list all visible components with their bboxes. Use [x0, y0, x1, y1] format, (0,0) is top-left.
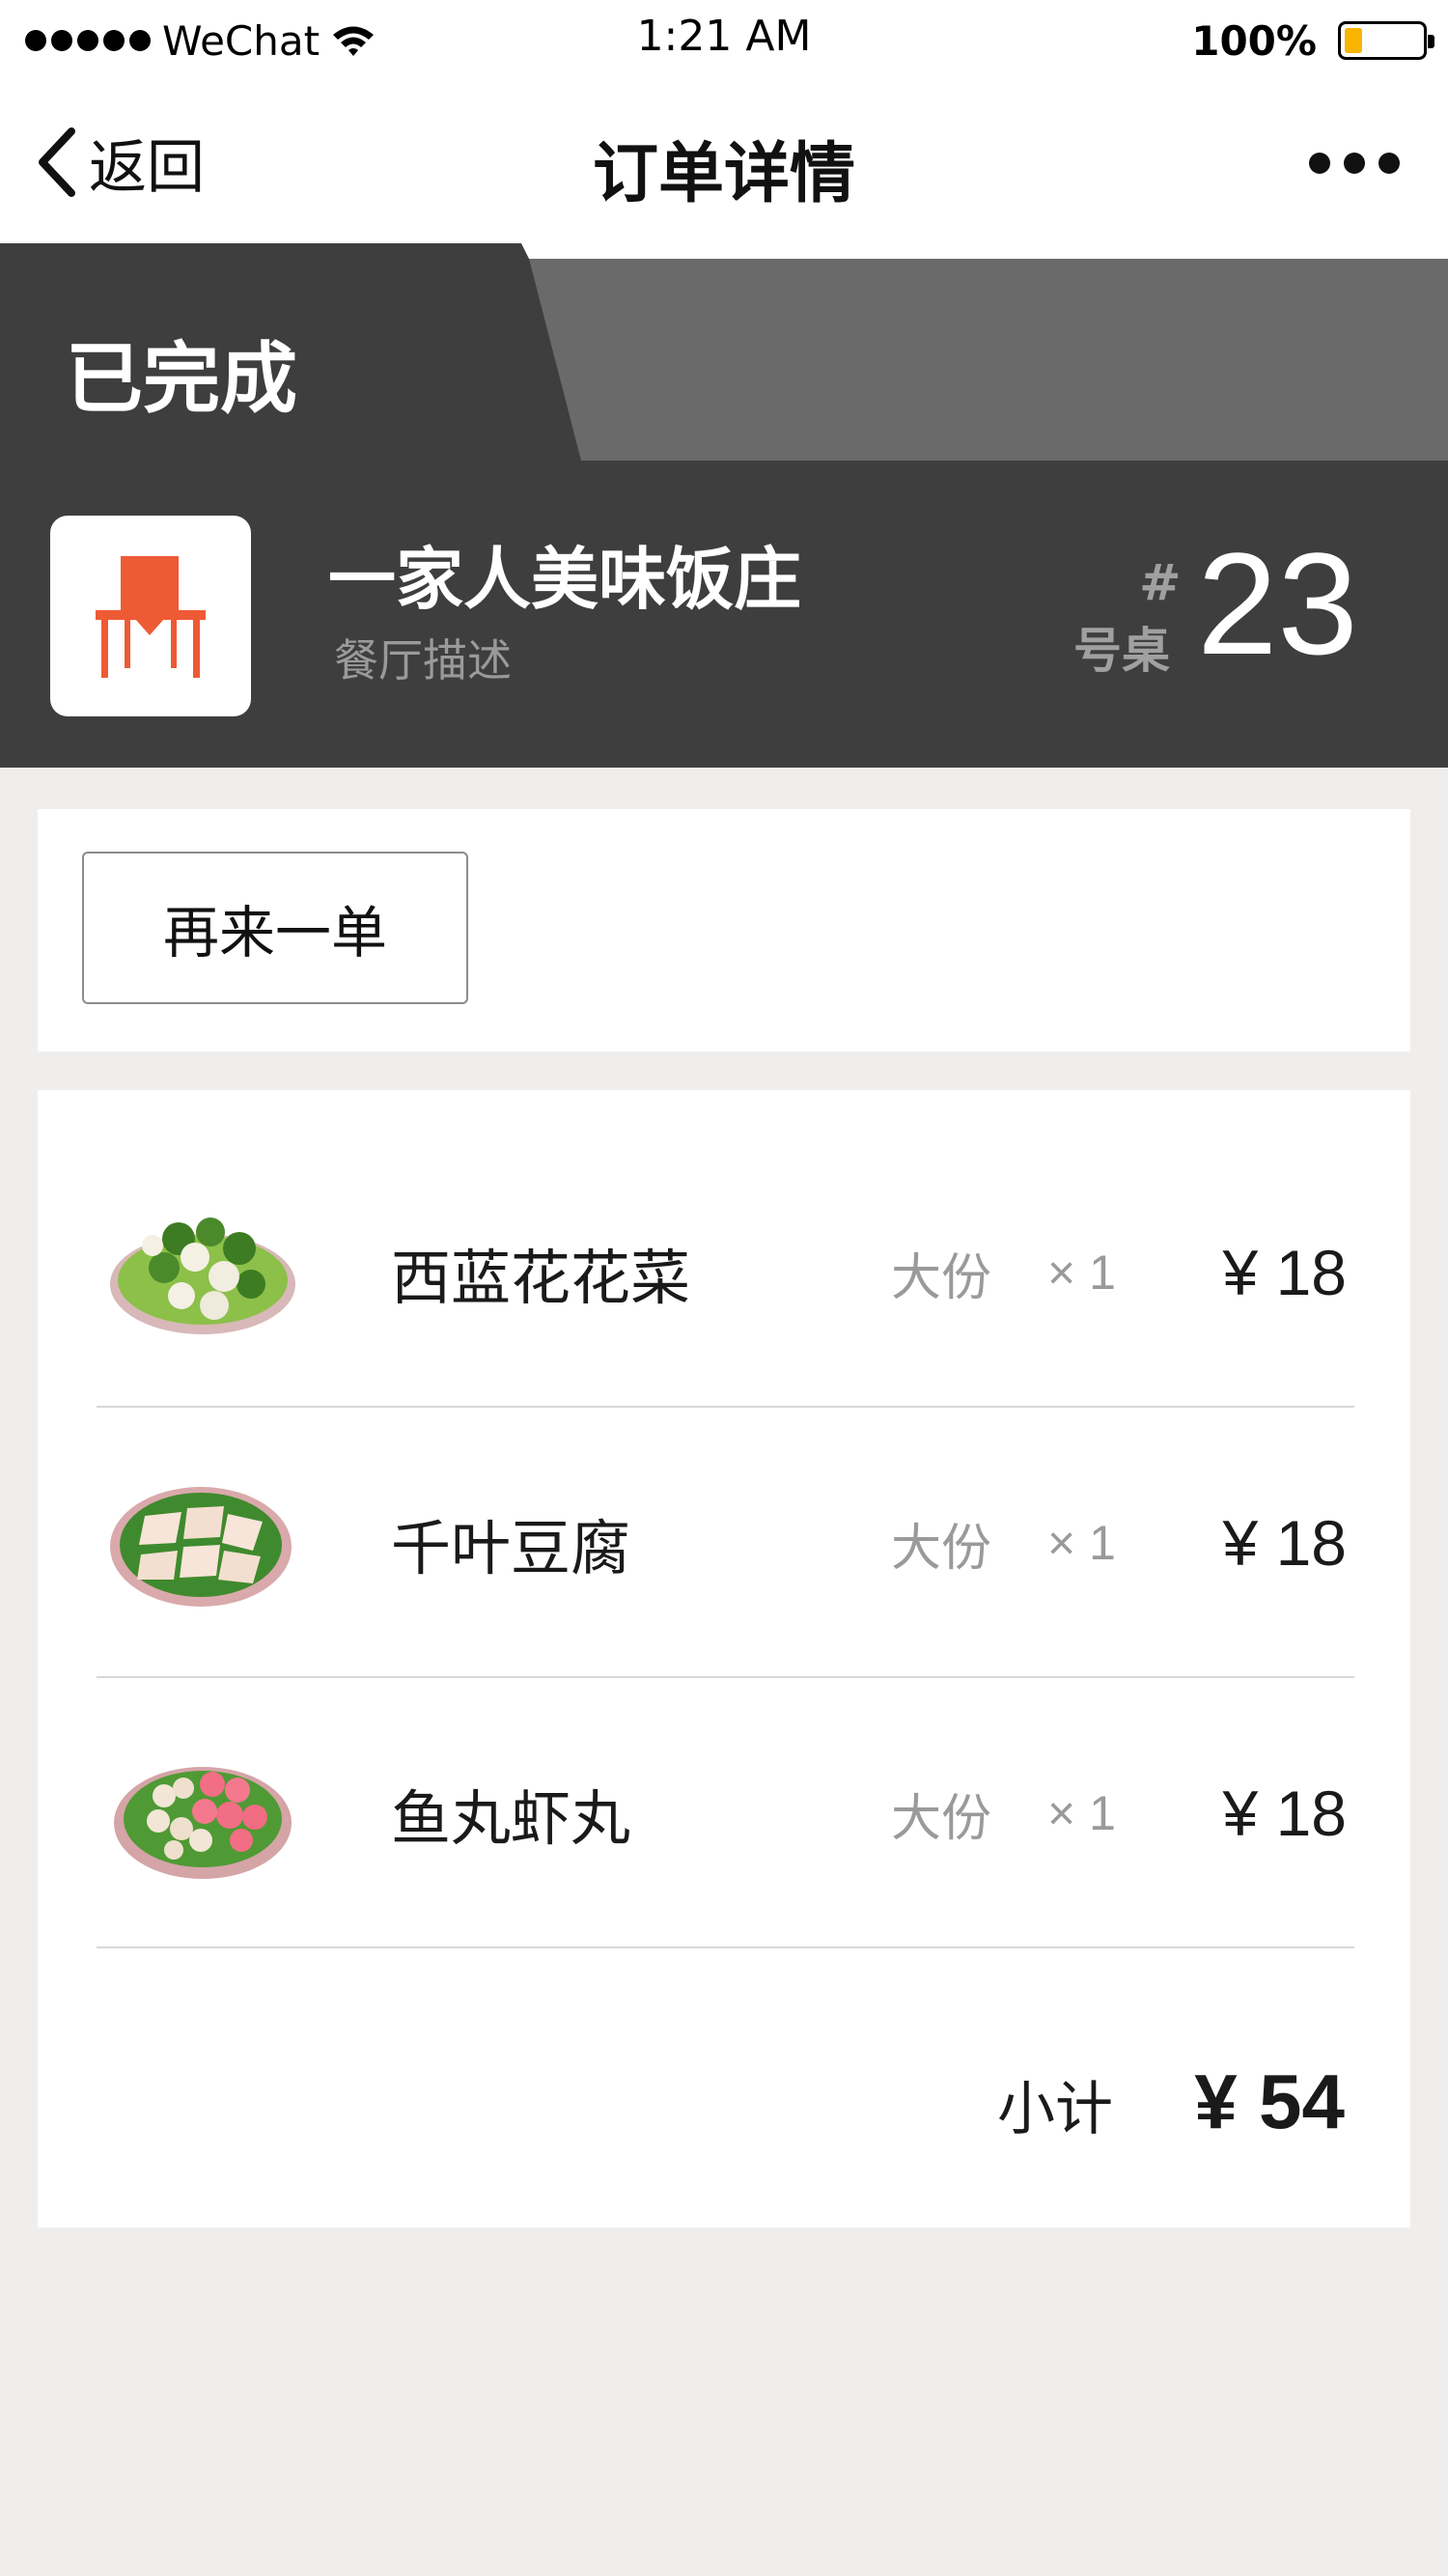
subtotal-label: 小计	[997, 2075, 1113, 2143]
item-price: ¥ 18	[1222, 1778, 1347, 1849]
more-dots-icon[interactable]	[1309, 153, 1400, 174]
order-items-card: 西蓝花花菜 大份 × 1 ¥ 18 千叶豆腐 大份 × 1 ¥ 18 鱼丸虾丸 …	[38, 1090, 1410, 2227]
order-status: 已完成	[66, 334, 297, 424]
restaurant-chair-icon	[96, 556, 206, 678]
list-item: 千叶豆腐 大份 × 1 ¥ 18	[97, 1408, 1354, 1678]
item-price: ¥ 18	[1222, 1507, 1347, 1579]
table-number: 23	[1197, 522, 1358, 685]
restaurant-logo	[50, 516, 251, 716]
item-size: 大份	[891, 1519, 992, 1578]
nav-bar: 返回 订单详情	[0, 81, 1448, 243]
reorder-card: 再来一单	[38, 809, 1410, 1051]
order-header: 已完成 一家人美味饭庄 餐厅描述 # 号桌 23	[0, 243, 1448, 768]
table-hash: #	[1139, 554, 1182, 612]
item-name: 千叶豆腐	[391, 1513, 631, 1583]
item-name: 鱼丸虾丸	[391, 1783, 631, 1854]
reorder-button[interactable]: 再来一单	[82, 852, 468, 1004]
list-item: 鱼丸虾丸 大份 × 1 ¥ 18	[97, 1678, 1354, 1948]
table-label: 号桌	[1073, 623, 1170, 679]
list-item: 西蓝花花菜 大份 × 1 ¥ 18	[97, 1137, 1354, 1408]
item-quantity: × 1	[1047, 1786, 1116, 1840]
item-name: 西蓝花花菜	[391, 1243, 691, 1313]
status-bar-right: 100%	[1191, 14, 1434, 68]
dish-image	[110, 1487, 292, 1607]
item-size: 大份	[891, 1248, 992, 1307]
dish-image	[110, 1218, 295, 1334]
item-price: ¥ 18	[1222, 1237, 1347, 1308]
item-quantity: × 1	[1047, 1246, 1116, 1300]
restaurant-name: 一家人美味饭庄	[328, 540, 801, 619]
dish-image	[114, 1767, 292, 1879]
restaurant-description: 餐厅描述	[334, 634, 512, 686]
item-size: 大份	[891, 1789, 992, 1848]
battery-icon	[1338, 21, 1434, 60]
item-quantity: × 1	[1047, 1516, 1116, 1570]
subtotal-value: ¥ 54	[1194, 2058, 1345, 2144]
page-title: 订单详情	[592, 136, 855, 212]
battery-percent: 100%	[1191, 16, 1317, 65]
status-bar: WeChat 1:21 AM 100%	[0, 0, 1448, 81]
